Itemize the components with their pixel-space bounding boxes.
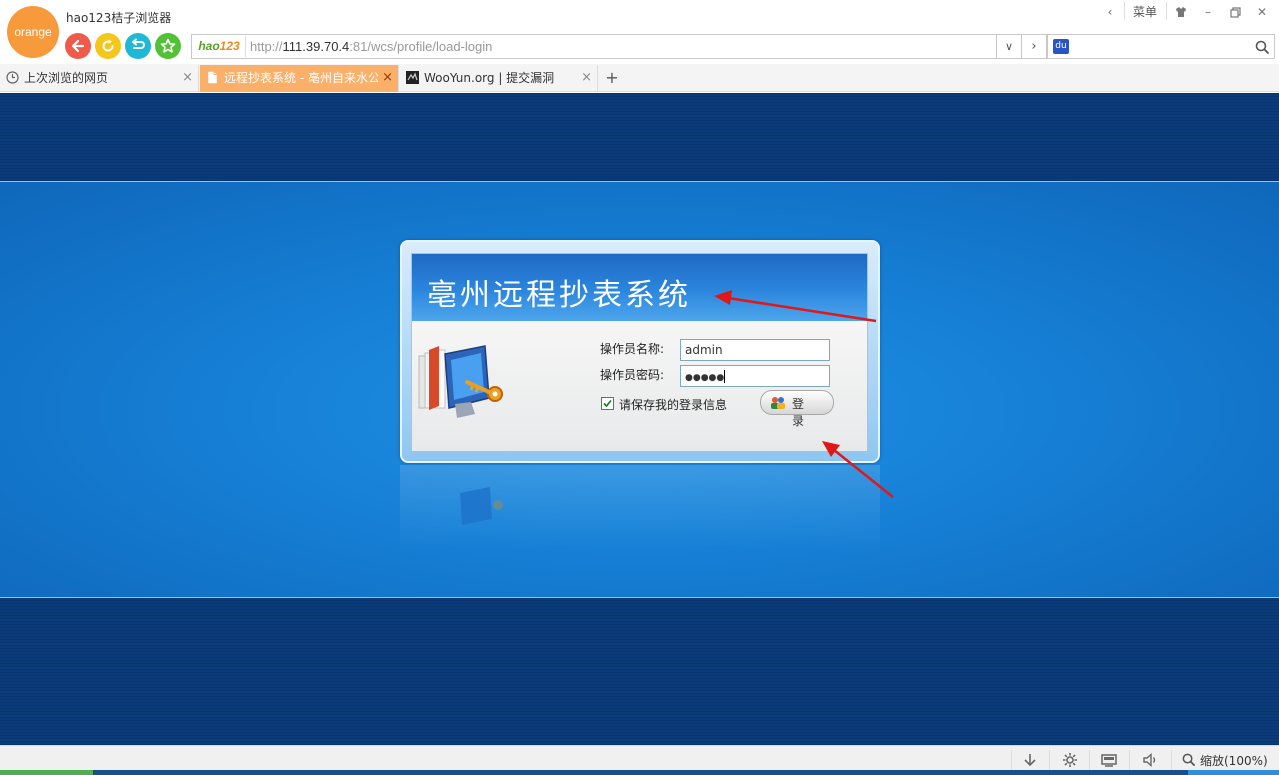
divider <box>1124 2 1125 20</box>
refresh-icon <box>102 39 114 52</box>
tab-close-icon[interactable]: × <box>581 65 592 91</box>
window-icon[interactable] <box>1100 751 1118 769</box>
zoom-icon[interactable] <box>1181 752 1196 767</box>
tab-bar: 上次浏览的网页 × 远程抄表系统 - 亳州自来水公 × WooYun.org |… <box>0 64 1279 92</box>
login-panel: 亳州远程抄表系统 操作员名称: admin 操作员密码: ●●●●● 请保存我的… <box>400 240 880 463</box>
password-input[interactable]: ●●●●● <box>680 365 830 387</box>
minimize-icon[interactable]: – <box>1196 3 1220 21</box>
back-button[interactable] <box>65 33 91 59</box>
tab-last-session[interactable]: 上次浏览的网页 × <box>0 65 199 92</box>
divider <box>1166 2 1167 20</box>
divider <box>1049 750 1050 770</box>
favorite-button[interactable] <box>155 33 181 59</box>
address-dropdown-button[interactable]: ∨ <box>997 34 1022 59</box>
tab-close-icon[interactable]: × <box>382 65 393 91</box>
text-caret <box>724 370 726 383</box>
undo-icon <box>132 38 145 49</box>
search-icon[interactable] <box>1254 39 1270 55</box>
new-tab-button[interactable]: + <box>600 65 624 91</box>
tab-wooyun[interactable]: WooYun.org | 提交漏洞 × <box>400 65 598 92</box>
refresh-button[interactable] <box>95 33 121 59</box>
tab-label: WooYun.org | 提交漏洞 <box>424 71 555 85</box>
users-icon <box>771 397 785 409</box>
login-header: 亳州远程抄表系统 <box>412 254 867 321</box>
volume-icon[interactable] <box>1141 751 1159 769</box>
panel-reflection <box>400 465 880 550</box>
login-button[interactable]: 登 录 <box>760 390 834 428</box>
hao123-badge-number: 123 <box>219 39 240 53</box>
computer-key-reflection-icon <box>460 487 503 525</box>
computer-key-icon <box>418 345 503 418</box>
menu-button[interactable]: 菜单 <box>1133 3 1157 20</box>
page-icon <box>208 71 217 84</box>
baidu-icon[interactable]: du <box>1053 39 1069 54</box>
page-title: 亳州远程抄表系统 <box>427 278 691 313</box>
password-label: 操作员密码: <box>600 368 665 382</box>
divider <box>1089 750 1090 770</box>
header-band <box>0 93 1279 181</box>
wooyun-icon <box>406 71 419 84</box>
url-host: 111.39.70.4 <box>282 39 350 54</box>
url-scheme: http:// <box>250 39 283 54</box>
url-text[interactable]: http://111.39.70.4:81/wcs/profile/load-l… <box>250 39 492 54</box>
download-icon[interactable] <box>1021 751 1039 769</box>
app-title: hao123桔子浏览器 <box>66 11 172 25</box>
url-path: :81/wcs/profile/load-login <box>349 39 493 54</box>
star-icon <box>160 38 176 53</box>
tab-label: 远程抄表系统 - 亳州自来水公 <box>224 71 378 85</box>
restore-icon[interactable] <box>1223 3 1247 21</box>
checkmark-icon <box>603 399 612 408</box>
divider <box>1129 750 1130 770</box>
close-icon[interactable]: ✕ <box>1250 3 1274 21</box>
remember-checkbox[interactable] <box>601 397 614 410</box>
plus-icon: + <box>605 68 619 87</box>
browser-logo: orange <box>7 6 59 58</box>
restore-tab-button[interactable] <box>125 33 151 59</box>
username-input[interactable]: admin <box>680 339 830 361</box>
tab-meter-system[interactable]: 远程抄表系统 - 亳州自来水公 × <box>200 65 399 92</box>
taskbar-item <box>1188 770 1279 775</box>
taskbar-item <box>0 770 93 775</box>
address-bar[interactable]: hao123 http://111.39.70.4:81/wcs/profile… <box>191 34 997 59</box>
skin-icon[interactable] <box>1169 3 1193 21</box>
login-button-label: 登 录 <box>792 397 811 428</box>
tab-label: 上次浏览的网页 <box>24 71 109 85</box>
divider <box>1171 750 1172 770</box>
taskbar-strip <box>0 770 1279 775</box>
chevron-right-icon: › <box>1031 39 1037 54</box>
zoom-level[interactable]: 缩放(100%) <box>1200 752 1268 769</box>
password-mask: ●●●●● <box>685 373 725 383</box>
clock-icon <box>6 71 19 84</box>
chevron-left-icon[interactable]: ‹ <box>1098 3 1122 21</box>
divider <box>0 597 1279 598</box>
web-content: 亳州远程抄表系统 操作员名称: admin 操作员密码: ●●●●● 请保存我的… <box>0 93 1279 745</box>
remember-label: 请保存我的登录信息 <box>619 398 728 412</box>
arrow-left-icon <box>71 39 85 53</box>
chevron-down-icon: ∨ <box>1004 40 1014 53</box>
hao123-badge-text: hao <box>198 39 220 53</box>
gear-icon[interactable] <box>1061 751 1079 769</box>
title-bar: hao123桔子浏览器 ‹ 菜单 – ✕ <box>0 0 1279 34</box>
username-label: 操作员名称: <box>600 342 665 356</box>
divider <box>1011 750 1012 770</box>
search-bar[interactable]: du <box>1047 34 1275 59</box>
go-button[interactable]: › <box>1022 34 1047 59</box>
tab-close-icon[interactable]: × <box>182 65 193 91</box>
hao123-badge[interactable]: hao123 <box>193 36 246 57</box>
